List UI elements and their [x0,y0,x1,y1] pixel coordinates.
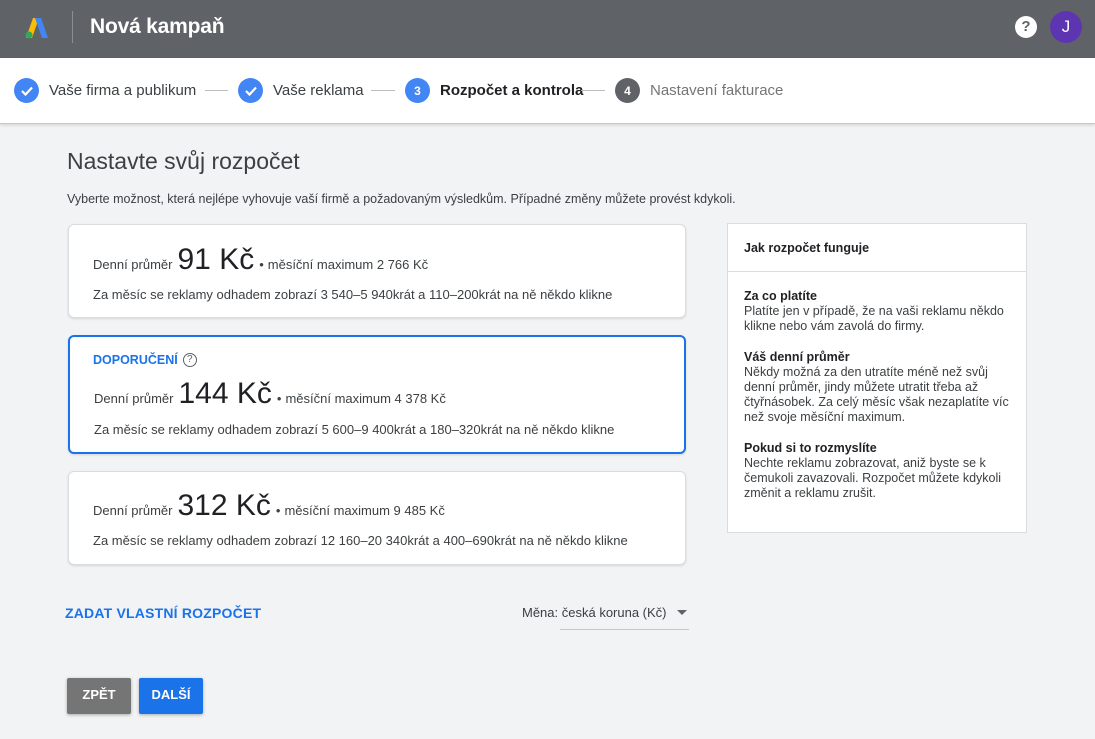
info-section-payment: Za co platíte Platíte jen v případě, že … [744,289,1014,334]
avatar[interactable]: J [1050,11,1082,43]
topbar-divider [72,11,73,43]
step-connector [581,90,605,91]
info-section-daily-average: Váš denní průměr Někdy možná za den utra… [744,350,1014,425]
step-label: Nastavení fakturace [650,82,784,99]
step-billing[interactable]: 4 Nastavení fakturace [615,78,783,103]
panel-title: Jak rozpočet funguje [728,224,1026,272]
info-heading: Váš denní průměr [744,350,850,364]
monthly-maximum: měsíční maximum 4 378 Kč [285,391,446,406]
recommendation-label: DOPORUČENÍ [93,353,178,367]
top-app-bar: Nová kampaň ? J [0,0,1095,58]
daily-average-label: Denní průměr [93,257,173,272]
option-price-row: Denní průměr 312 Kč • měsíční maximum 9 … [93,489,445,523]
info-body: Někdy možná za den utratíte méně než svů… [744,365,1009,424]
daily-price: 144 Kč [178,377,272,410]
info-section-change-mind: Pokud si to rozmyslíte Nechte reklamu zo… [744,441,1014,501]
dropdown-arrow-icon [676,610,687,615]
separator-dot: • [275,503,281,518]
option-estimate: Za měsíc se reklamy odhadem zobrazí 5 60… [94,422,615,437]
option-price-row: Denní průměr 91 Kč • měsíční maximum 2 7… [93,243,428,277]
progress-stepper: Vaše firma a publikum Vaše reklama 3 Roz… [0,58,1095,124]
next-button[interactable]: DALŠÍ [139,678,203,714]
custom-budget-link[interactable]: ZADAT VLASTNÍ ROZPOČET [65,605,261,621]
check-icon [14,78,39,103]
step-label: Vaše reklama [273,82,364,99]
help-icon[interactable]: ? [1015,16,1037,38]
currency-select[interactable]: Měna: česká koruna (Kč) [522,605,687,620]
option-estimate: Za měsíc se reklamy odhadem zobrazí 12 1… [93,533,628,548]
info-body: Platíte jen v případě, že na vaši reklam… [744,304,1004,333]
daily-average-label: Denní průměr [94,391,174,406]
google-ads-logo-icon [25,18,48,39]
monthly-maximum: měsíční maximum 2 766 Kč [267,257,429,272]
check-icon [238,78,263,103]
separator-dot: • [259,257,264,272]
daily-price: 312 Kč [177,489,271,522]
option-estimate: Za měsíc se reklamy odhadem zobrazí 3 54… [93,287,613,302]
step-connector [205,90,228,91]
currency-underline [560,629,689,630]
step-business-audience[interactable]: Vaše firma a publikum [14,78,196,103]
step-number: 4 [615,78,640,103]
section-subtitle: Vyberte možnost, která nejlépe vyhovuje … [67,192,736,206]
budget-option-low[interactable]: Denní průměr 91 Kč • měsíční maximum 2 7… [68,224,686,318]
daily-price: 91 Kč [177,243,255,276]
step-budget-review[interactable]: 3 Rozpočet a kontrola [405,78,583,103]
step-number: 3 [405,78,430,103]
back-button[interactable]: ZPĚT [67,678,131,714]
budget-info-panel: Jak rozpočet funguje Za co platíte Platí… [727,223,1027,533]
separator-dot: • [276,391,282,406]
page-title: Nová kampaň [90,15,225,38]
budget-option-high[interactable]: Denní průměr 312 Kč • měsíční maximum 9 … [68,471,686,565]
step-label: Rozpočet a kontrola [440,82,584,99]
budget-option-recommended[interactable]: DOPORUČENÍ ? Denní průměr 144 Kč • měsíč… [68,335,686,454]
monthly-maximum: měsíční maximum 9 485 Kč [284,503,445,518]
step-ad[interactable]: Vaše reklama [238,78,364,103]
currency-value: Měna: česká koruna (Kč) [522,605,667,620]
step-label: Vaše firma a publikum [49,82,197,99]
info-heading: Pokud si to rozmyslíte [744,441,877,455]
recommendation-badge: DOPORUČENÍ ? [93,353,197,367]
info-body: Nechte reklamu zobrazovat, aniž byste se… [744,456,1002,500]
section-title: Nastavte svůj rozpočet [67,148,300,174]
option-price-row: Denní průměr 144 Kč • měsíční maximum 4 … [94,377,446,411]
daily-average-label: Denní průměr [93,503,173,518]
info-heading: Za co platíte [744,289,817,303]
step-connector [371,90,395,91]
question-icon[interactable]: ? [182,353,197,367]
